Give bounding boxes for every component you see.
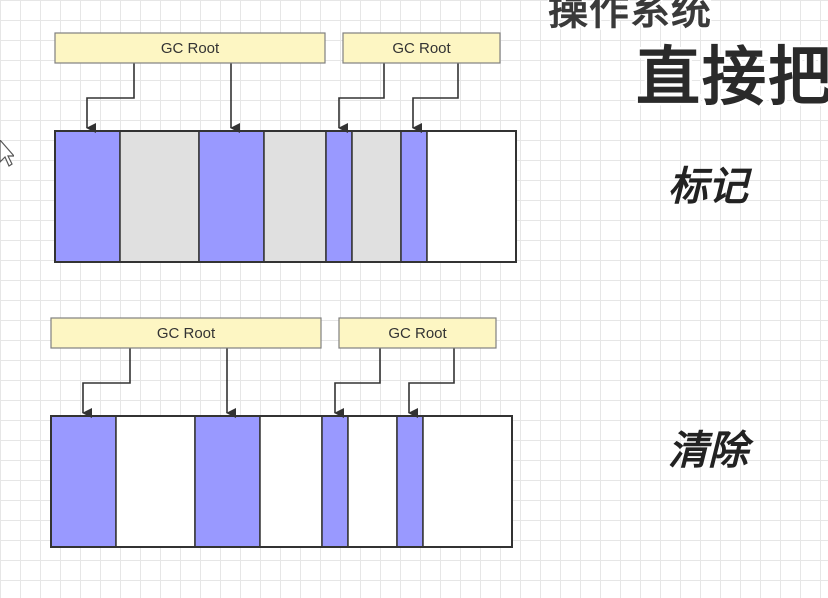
gc-root-label: GC Root <box>388 325 447 342</box>
sweep-phase-panel: GC Root GC Root <box>50 317 513 548</box>
mark-phase-panel: GC Root GC Root <box>54 32 517 263</box>
memory-block-marked <box>321 415 349 548</box>
memory-block-free <box>426 130 517 263</box>
reference-arrow <box>334 348 381 418</box>
memory-block-free <box>115 415 196 548</box>
memory-block-garbage <box>351 130 402 263</box>
gc-root-label: GC Root <box>161 40 220 57</box>
gc-root-label: GC Root <box>157 325 216 342</box>
step-label-mark: 标记 <box>668 164 748 210</box>
memory-block-marked <box>198 130 265 263</box>
reference-arrow <box>338 63 385 133</box>
memory-block-free <box>259 415 323 548</box>
memory-block-garbage <box>263 130 327 263</box>
memory-block-marked <box>194 415 261 548</box>
memory-block-marked <box>325 130 353 263</box>
reference-arrow <box>412 63 459 133</box>
memory-block-marked <box>50 415 117 548</box>
gc-root-label: GC Root <box>392 40 451 57</box>
memory-block-garbage <box>119 130 200 263</box>
memory-block-marked <box>396 415 424 548</box>
reference-arrow <box>82 348 131 418</box>
step-label-sweep: 清除 <box>668 428 748 474</box>
memory-block-free <box>347 415 398 548</box>
memory-block-free <box>422 415 513 548</box>
reference-arrow <box>86 63 135 133</box>
mouse-cursor-icon <box>0 140 14 167</box>
overlay-caption: 直接把 <box>634 39 828 118</box>
reference-arrow <box>408 348 455 418</box>
memory-block-marked <box>54 130 121 263</box>
memory-block-marked <box>400 130 428 263</box>
